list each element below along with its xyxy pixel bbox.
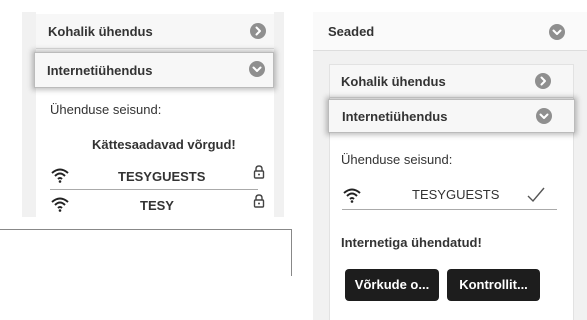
network-item-tesy[interactable]: TESY: [36, 192, 274, 216]
lock-icon: [253, 165, 265, 179]
network-ssid: TESYGUESTS: [412, 187, 500, 202]
row-local-connection[interactable]: Kohalik ühendus: [330, 65, 573, 98]
chevron-down-icon: [536, 108, 552, 124]
lock-icon: [253, 194, 265, 208]
settings-header-label: Seaded: [328, 24, 375, 39]
connection-status-label: Ühenduse seisund:: [341, 152, 453, 167]
chevron-down-icon: [549, 24, 565, 40]
network-ssid: TESY: [140, 198, 174, 213]
chevron-down-icon: [249, 61, 265, 77]
network-ssid: TESYGUESTS: [118, 169, 206, 184]
settings-header[interactable]: Seaded: [313, 12, 587, 51]
available-networks-heading: Kättesaadavad võrgud!: [92, 137, 236, 152]
connection-status-label: Ühenduse seisund:: [50, 102, 162, 117]
row-local-connection[interactable]: Kohalik ühendus: [36, 14, 274, 49]
row-label: Internetiühendus: [342, 109, 448, 124]
wifi-icon: [51, 168, 69, 183]
network-divider: [50, 189, 258, 190]
wifi-icon: [343, 188, 361, 203]
connected-message: Internetiga ühendatud!: [341, 235, 482, 250]
row-internet-connection[interactable]: Internetiühendus: [328, 99, 575, 133]
right-settings-panel: Seaded Kohalik ühendus Internetiühendus …: [313, 12, 587, 320]
row-label: Kohalik ühendus: [48, 24, 153, 39]
right-panel-content: Kohalik ühendus Internetiühendus Ühendus…: [328, 64, 575, 320]
row-label: Kohalik ühendus: [341, 74, 446, 89]
network-overview-button[interactable]: Võrkude o...: [345, 269, 439, 301]
chevron-right-icon: [535, 73, 551, 89]
left-settings-panel: Kohalik ühendus Internetiühendus Ühendus…: [22, 12, 284, 217]
connected-network-item: TESYGUESTS: [330, 184, 573, 208]
row-label: Internetiühendus: [47, 63, 153, 78]
network-divider: [342, 209, 557, 210]
checkmark-icon: [527, 187, 545, 203]
row-internet-connection[interactable]: Internetiühendus: [34, 52, 274, 88]
chevron-right-icon: [250, 23, 266, 39]
network-item-tesyguests[interactable]: TESYGUESTS: [36, 165, 274, 189]
wifi-icon: [51, 197, 69, 212]
divider-line: [291, 229, 292, 276]
check-connection-button[interactable]: Kontrollit...: [447, 269, 540, 301]
divider-line: [0, 229, 292, 230]
